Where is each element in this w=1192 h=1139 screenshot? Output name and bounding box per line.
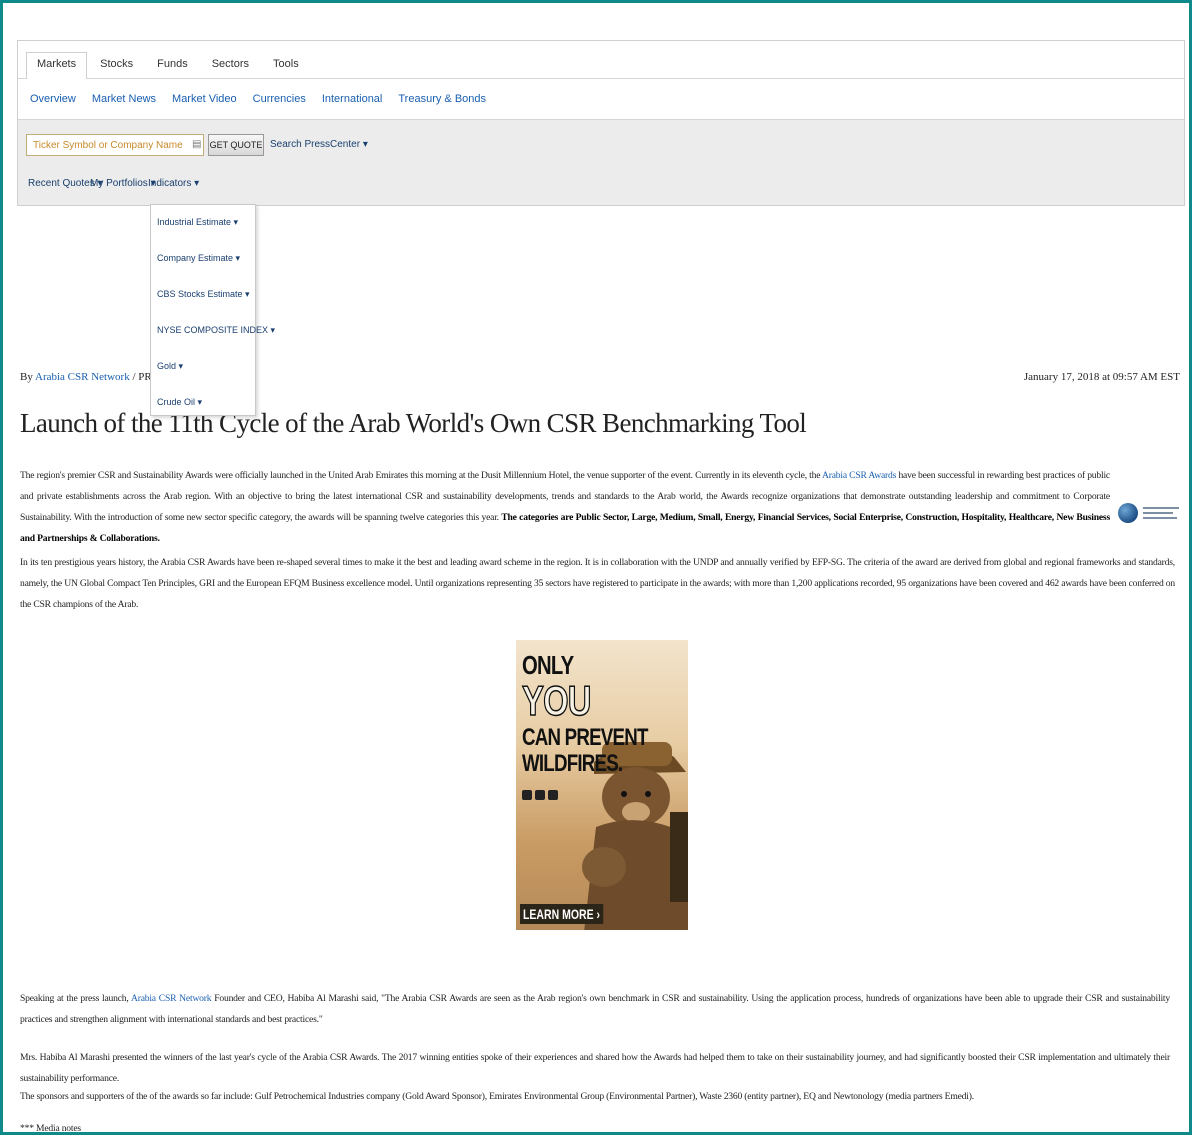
facebook-icon[interactable] — [522, 790, 532, 800]
symbol-lookup-icon[interactable]: ▤ — [192, 139, 201, 151]
arabia-csr-network-link[interactable]: Arabia CSR Network — [131, 993, 212, 1004]
logo-wordmark — [1143, 507, 1179, 519]
arabia-csr-awards-link[interactable]: Arabia CSR Awards — [822, 470, 896, 481]
tab-sectors[interactable]: Sectors — [201, 52, 260, 78]
article-paragraph-2: In its ten prestigious years history, th… — [20, 557, 1175, 610]
ticker-search-input[interactable] — [26, 134, 204, 156]
ad-line-can-prevent: CAN PREVENT — [522, 724, 648, 751]
article-paragraph-1: The region's premier CSR and Sustainabil… — [20, 465, 1110, 549]
subtab-treasury-bonds[interactable]: Treasury & Bonds — [398, 93, 486, 105]
sub-tabs: Overview Market News Market Video Curren… — [18, 79, 1184, 119]
p1-text: The region's premier CSR and Sustainabil… — [20, 470, 823, 481]
indicators-dropdown-menu: Industrial Estimate ▾ Company Estimate ▾… — [150, 204, 275, 416]
twitter-icon[interactable] — [548, 790, 558, 800]
article-paragraph-4: Mrs. Habiba Al Marashi presented the win… — [20, 1052, 1170, 1084]
indicators-dropdown[interactable]: Indicators ▾ — [148, 178, 199, 189]
article-paragraph-6: *** Media notes — [20, 1123, 81, 1134]
article-title: Launch of the 11th Cycle of the Arab Wor… — [20, 408, 807, 438]
subtab-currencies[interactable]: Currencies — [253, 93, 306, 105]
menu-item-gold[interactable]: Gold ▾ — [157, 361, 183, 372]
subtab-market-news[interactable]: Market News — [92, 93, 156, 105]
subtab-overview[interactable]: Overview — [30, 93, 76, 105]
tab-stocks[interactable]: Stocks — [89, 52, 144, 78]
ad-line-wildfires: WILDFIRES. — [522, 750, 623, 777]
byline-author-link[interactable]: Arabia CSR Network — [35, 371, 130, 383]
subtab-international[interactable]: International — [322, 93, 383, 105]
subtab-market-video[interactable]: Market Video — [172, 93, 237, 105]
ad-line-you: YOU — [521, 677, 592, 724]
arabia-csr-logo — [1118, 494, 1182, 532]
quote-bar: ▤ GET QUOTE Search PressCenter ▾ Recent … — [18, 119, 1184, 205]
article-paragraph-5: The sponsors and supporters of the of th… — [20, 1091, 974, 1102]
get-quote-button[interactable]: GET QUOTE — [208, 134, 264, 156]
ad-social-icons — [522, 790, 558, 800]
tab-markets[interactable]: Markets — [26, 52, 88, 79]
byline-prefix: By — [20, 371, 33, 383]
instagram-icon[interactable] — [535, 790, 545, 800]
my-portfolios-dropdown[interactable]: My Portfolios ▾ — [90, 178, 156, 189]
article-paragraph-3: Speaking at the press launch, Arabia CSR… — [20, 988, 1170, 1030]
tab-funds[interactable]: Funds — [146, 52, 199, 78]
markets-nav-panel: Markets Stocks Funds Sectors Tools Overv… — [17, 40, 1185, 206]
globe-logo-icon — [1118, 503, 1138, 523]
p3-text: Speaking at the press launch, — [20, 993, 131, 1004]
learn-more-button[interactable]: LEARN MORE › — [520, 904, 604, 924]
menu-item-cbs-stocks-estimate[interactable]: CBS Stocks Estimate ▾ — [157, 289, 250, 300]
wildfire-ad[interactable]: ONLY YOU CAN PREVENT WILDFIRES. LEARN MO… — [516, 640, 688, 930]
ad-line-only: ONLY — [522, 650, 574, 680]
top-tabs: Markets Stocks Funds Sectors Tools — [18, 41, 1184, 79]
article-date: January 17, 2018 at 09:57 AM EST — [1023, 371, 1180, 383]
menu-item-nyse-composite[interactable]: NYSE COMPOSITE INDEX ▾ — [157, 325, 275, 336]
menu-item-industrial-estimate[interactable]: Industrial Estimate ▾ — [157, 217, 238, 228]
search-presscenter-dropdown[interactable]: Search PressCenter ▾ — [270, 139, 368, 150]
menu-item-crude-oil[interactable]: Crude Oil ▾ — [157, 397, 202, 408]
tab-tools[interactable]: Tools — [262, 52, 310, 78]
menu-item-company-estimate[interactable]: Company Estimate ▾ — [157, 253, 240, 264]
